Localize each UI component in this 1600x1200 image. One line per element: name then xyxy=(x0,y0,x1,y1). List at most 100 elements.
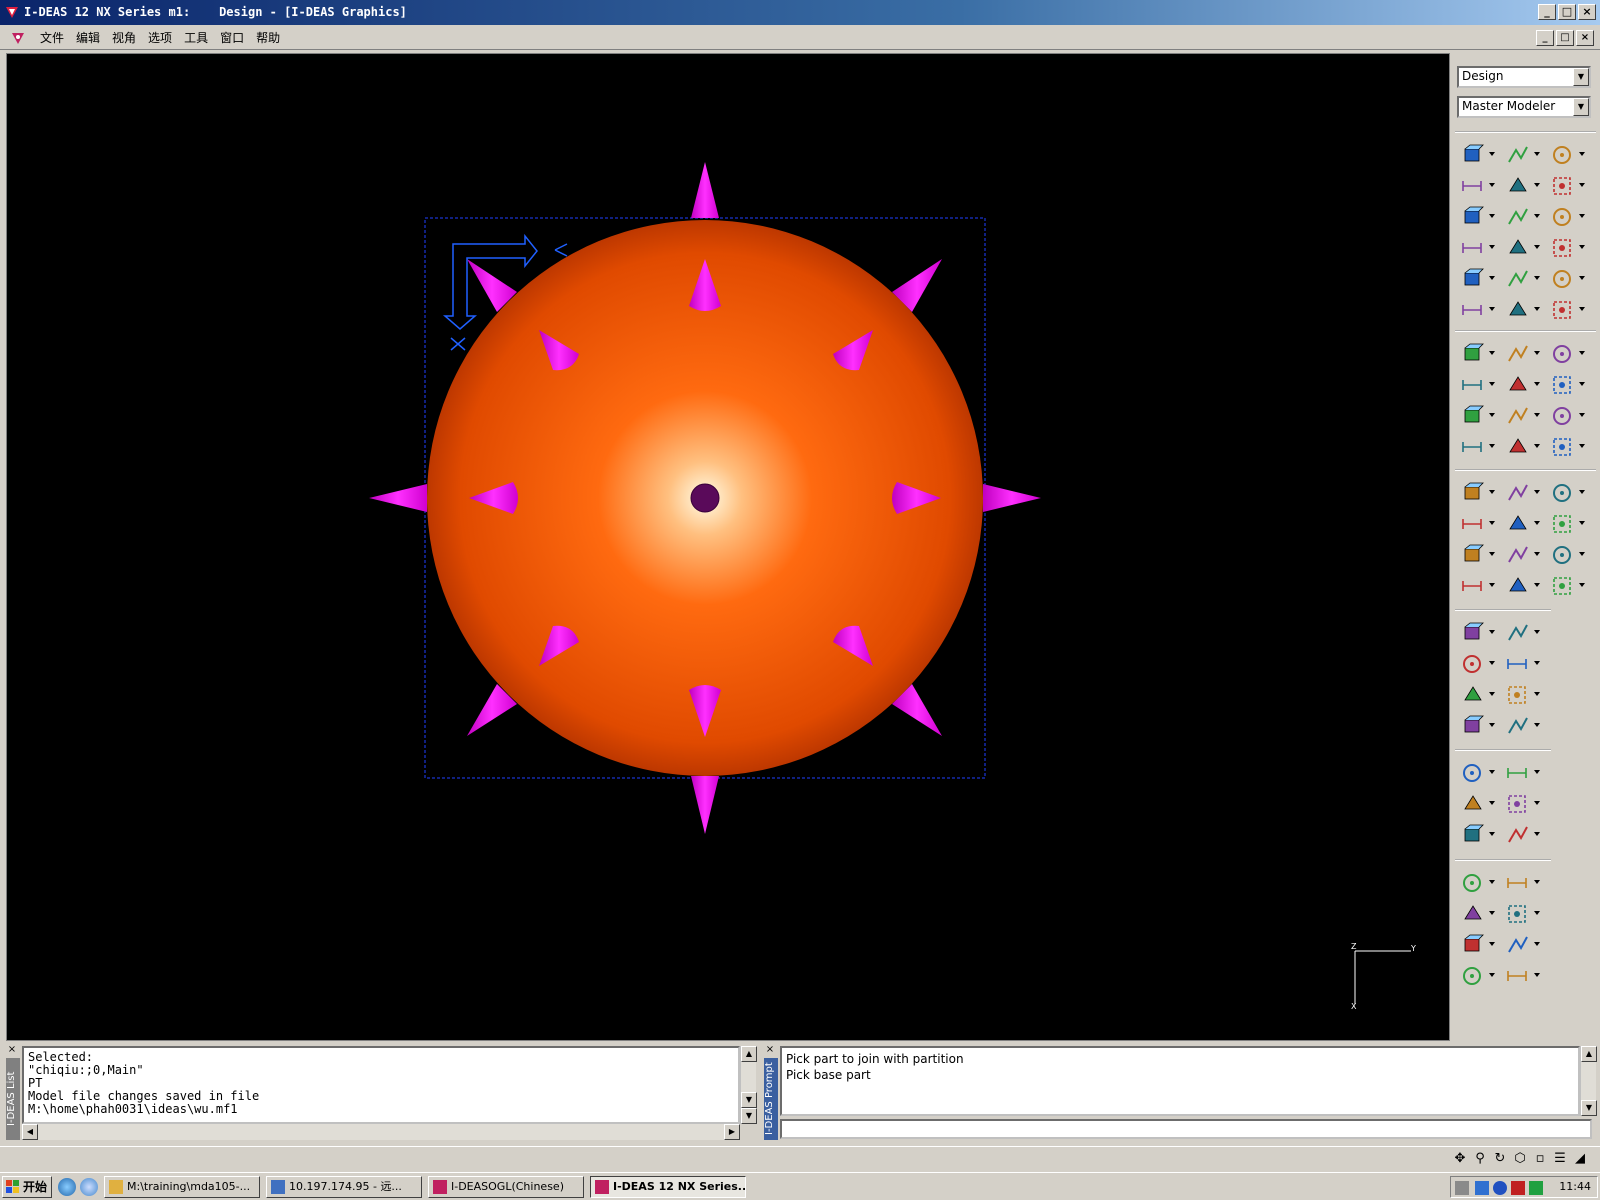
view-cube-icon[interactable]: ⬡ xyxy=(1512,1151,1528,1167)
dropdown-arrow-icon[interactable] xyxy=(1579,152,1585,156)
dropdown-arrow-icon[interactable] xyxy=(1534,351,1540,355)
dropdown-arrow-icon[interactable] xyxy=(1534,413,1540,417)
menu-item-0[interactable]: 文件 xyxy=(34,30,70,46)
security-icon[interactable] xyxy=(1511,1181,1525,1195)
face-tool-icon[interactable] xyxy=(1504,650,1542,678)
dropdown-arrow-icon[interactable] xyxy=(1534,521,1540,525)
dropdown-arrow-icon[interactable] xyxy=(1579,183,1585,187)
dropdown-arrow-icon[interactable] xyxy=(1534,183,1540,187)
dropdown-arrow-icon[interactable] xyxy=(1534,942,1540,946)
task-combo[interactable]: Design ▼ xyxy=(1457,66,1591,88)
browser-icon[interactable] xyxy=(80,1178,98,1196)
taskbar-button-1[interactable]: 10.197.174.95 - 远... xyxy=(266,1176,422,1198)
arc-tool-icon[interactable] xyxy=(1459,962,1497,990)
eye-tool-icon[interactable] xyxy=(1549,510,1587,538)
dropdown-arrow-icon[interactable] xyxy=(1534,801,1540,805)
dropdown-arrow-icon[interactable] xyxy=(1579,351,1585,355)
circle-tool-icon[interactable] xyxy=(1459,296,1497,324)
dropdown-arrow-icon[interactable] xyxy=(1489,583,1495,587)
dropdown-arrow-icon[interactable] xyxy=(1579,490,1585,494)
menu-lines-icon[interactable]: ☰ xyxy=(1552,1151,1568,1167)
zoom-icon[interactable]: ⚲ xyxy=(1472,1151,1488,1167)
pt-tool-icon[interactable] xyxy=(1504,619,1542,647)
dropdown-arrow-icon[interactable] xyxy=(1534,307,1540,311)
circle-tool-icon[interactable] xyxy=(1504,962,1542,990)
dropdown-arrow-icon[interactable] xyxy=(1489,245,1495,249)
dropdown-arrow-icon[interactable] xyxy=(1579,276,1585,280)
scroll-left-icon[interactable]: ◀ xyxy=(22,1124,38,1140)
chevron-down-icon[interactable]: ▼ xyxy=(1573,68,1589,86)
dropdown-arrow-icon[interactable] xyxy=(1579,245,1585,249)
dropdown-arrow-icon[interactable] xyxy=(1534,552,1540,556)
scroll-right-icon[interactable]: ▶ xyxy=(724,1124,740,1140)
dropdown-arrow-icon[interactable] xyxy=(1489,630,1495,634)
list-horizontal-scrollbar[interactable]: ◀ ▶ xyxy=(22,1124,740,1140)
box-tool-icon[interactable] xyxy=(1504,433,1542,461)
keyboard-icon[interactable] xyxy=(1455,1181,1469,1195)
dropdown-arrow-icon[interactable] xyxy=(1534,832,1540,836)
dim-tool-icon[interactable] xyxy=(1549,340,1587,368)
cube-tool-icon[interactable] xyxy=(1459,402,1497,430)
dropdown-arrow-icon[interactable] xyxy=(1534,444,1540,448)
dropdown-arrow-icon[interactable] xyxy=(1489,552,1495,556)
face-tool-icon[interactable] xyxy=(1459,234,1497,262)
scroll-down-icon[interactable]: ▼ xyxy=(741,1092,757,1108)
dropdown-arrow-icon[interactable] xyxy=(1534,911,1540,915)
dropdown-arrow-icon[interactable] xyxy=(1489,490,1495,494)
dropdown-arrow-icon[interactable] xyxy=(1489,942,1495,946)
maximize-button[interactable]: □ xyxy=(1558,4,1576,20)
view-tool-icon[interactable] xyxy=(1459,900,1497,928)
scroll-up-icon[interactable]: ▲ xyxy=(741,1046,757,1062)
dropdown-arrow-icon[interactable] xyxy=(1534,583,1540,587)
dropdown-arrow-icon[interactable] xyxy=(1489,911,1495,915)
cube-tool-icon[interactable] xyxy=(1459,931,1497,959)
eye-tool-icon[interactable] xyxy=(1549,371,1587,399)
line-tool-icon[interactable] xyxy=(1504,712,1542,740)
view-tool-icon[interactable] xyxy=(1504,234,1542,262)
dim-tool-icon[interactable] xyxy=(1549,479,1587,507)
taskbar-button-2[interactable]: I-DEASOGL(Chinese) xyxy=(428,1176,584,1198)
cube-tool-icon[interactable] xyxy=(1459,712,1497,740)
arc-tool-icon[interactable] xyxy=(1549,541,1587,569)
circle-tool-icon[interactable] xyxy=(1459,572,1497,600)
dropdown-arrow-icon[interactable] xyxy=(1534,880,1540,884)
dropdown-arrow-icon[interactable] xyxy=(1489,152,1495,156)
dim-tool-icon[interactable] xyxy=(1459,650,1497,678)
dropdown-arrow-icon[interactable] xyxy=(1534,152,1540,156)
face-tool-icon[interactable] xyxy=(1459,510,1497,538)
taskbar-button-3[interactable]: I-DEAS 12 NX Series... xyxy=(590,1176,746,1198)
mdi-restore-button[interactable]: □ xyxy=(1556,30,1574,46)
dropdown-arrow-icon[interactable] xyxy=(1489,444,1495,448)
dropdown-arrow-icon[interactable] xyxy=(1489,832,1495,836)
model-canvas[interactable]: Z Y X xyxy=(7,54,1450,1041)
dropdown-arrow-icon[interactable] xyxy=(1489,973,1495,977)
dim-tool-icon[interactable] xyxy=(1549,203,1587,231)
window-icon[interactable]: ▫ xyxy=(1532,1151,1548,1167)
chevron-down-icon[interactable]: ▼ xyxy=(1573,98,1589,116)
menu-item-5[interactable]: 窗口 xyxy=(214,30,250,46)
dropdown-arrow-icon[interactable] xyxy=(1489,307,1495,311)
scroll-up-icon[interactable]: ▲ xyxy=(1581,1046,1597,1062)
dropdown-arrow-icon[interactable] xyxy=(1534,973,1540,977)
dropdown-arrow-icon[interactable] xyxy=(1534,661,1540,665)
arc-tool-icon[interactable] xyxy=(1549,141,1587,169)
dropdown-arrow-icon[interactable] xyxy=(1489,382,1495,386)
sketch-tool-icon[interactable] xyxy=(1549,572,1587,600)
dropdown-arrow-icon[interactable] xyxy=(1534,692,1540,696)
dropdown-arrow-icon[interactable] xyxy=(1579,444,1585,448)
cube-tool-icon[interactable] xyxy=(1459,141,1497,169)
dropdown-arrow-icon[interactable] xyxy=(1489,521,1495,525)
scroll-down-icon[interactable]: ▼ xyxy=(1581,1100,1597,1116)
dropdown-arrow-icon[interactable] xyxy=(1579,214,1585,218)
pt-tool-icon[interactable] xyxy=(1504,821,1542,849)
face-tool-icon[interactable] xyxy=(1459,371,1497,399)
sketch-tool-icon[interactable] xyxy=(1504,790,1542,818)
close-button[interactable]: × xyxy=(1578,4,1596,20)
dropdown-arrow-icon[interactable] xyxy=(1489,770,1495,774)
mdi-minimize-button[interactable]: _ xyxy=(1536,30,1554,46)
dropdown-arrow-icon[interactable] xyxy=(1579,307,1585,311)
circle-tool-icon[interactable] xyxy=(1459,433,1497,461)
eye-tool-icon[interactable] xyxy=(1504,681,1542,709)
circle-tool-icon[interactable] xyxy=(1459,172,1497,200)
ie-icon[interactable] xyxy=(58,1178,76,1196)
